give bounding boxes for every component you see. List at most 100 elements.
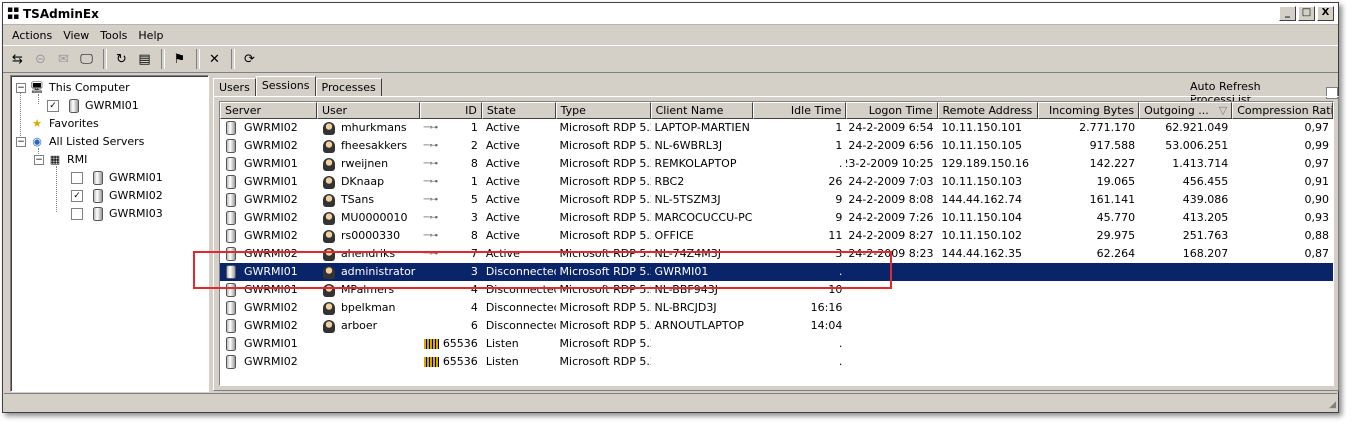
logoff-icon[interactable]: ⚑ <box>169 49 190 69</box>
cell-text: GWRMI02 <box>244 355 298 368</box>
cell-text: 24-2-2009 6:54 <box>848 121 934 134</box>
maximize-button[interactable]: □ <box>1298 6 1315 21</box>
column-header-client-name[interactable]: Client Name <box>650 102 754 119</box>
cell-type: Microsoft RDP 5.2 <box>556 119 651 137</box>
cell-text: Microsoft RDP 5.2 <box>559 301 651 314</box>
collapse-this-computer[interactable]: − <box>16 83 26 93</box>
session-row[interactable]: GWRMI02 arboer 6 Disconnected Microsoft RDP … <box>220 317 1333 335</box>
user-icon <box>322 301 335 315</box>
tree-domain-rmi[interactable]: ▦ RMI <box>47 151 88 168</box>
computer-icon: 🖥 <box>30 81 44 94</box>
user-icon <box>322 121 335 135</box>
column-header-compression-ratio[interactable]: Compression Ratio <box>1232 102 1333 119</box>
column-header-logon-time[interactable]: Logon Time <box>846 102 938 119</box>
session-row[interactable]: GWRMI02 rs0000330 ─⊶ 8 Active Microsoft RDP 5… <box>220 227 1333 245</box>
cell-client-name: RBC2 <box>651 173 754 191</box>
end-process-icon[interactable]: ✕ <box>204 49 225 69</box>
cell-state: Listen <box>482 353 556 371</box>
tab-processes[interactable]: Processes <box>315 78 382 97</box>
cell-id: 4 <box>420 299 482 317</box>
session-row[interactable]: GWRMI02 mhurkmans ─⊶ 1 Active Microsoft RDP 5… <box>220 119 1333 137</box>
session-row[interactable]: GWRMI02 bpelkman 4 Disconnected Microsoft RD… <box>220 299 1333 317</box>
cell-state: Active <box>482 191 556 209</box>
tree-server-gwrmi03[interactable]: GWRMI03 <box>71 205 163 222</box>
column-header-outgoing-bytes[interactable]: Outgoing ... ▽ <box>1139 102 1233 119</box>
tab-users[interactable]: Users <box>213 78 256 97</box>
cell-outgoing-bytes: 456.455 <box>1139 173 1232 191</box>
checkbox-gwrmi02[interactable]: ✓ <box>71 189 83 202</box>
cell-server: GWRMI01 <box>220 155 317 173</box>
cell-text: 16:16 <box>810 301 843 314</box>
cell-text: 142.227 <box>1089 157 1136 170</box>
cell-text: GWRMI02 <box>244 139 298 152</box>
session-row[interactable]: GWRMI02 TSans ─⊶ 5 Active Microsoft RDP 5.2 NL… <box>220 191 1333 209</box>
column-header-state[interactable]: State <box>481 102 556 119</box>
cell-incoming-bytes <box>1038 353 1139 371</box>
tree-favorites[interactable]: ★ Favorites <box>29 115 99 132</box>
sessions-list[interactable]: Server User ID State Type Client Name Idle Tim… <box>219 101 1334 386</box>
cell-user <box>317 335 420 353</box>
cell-text: 9 <box>835 211 843 224</box>
cell-text: ARNOUTLAPTOP <box>654 319 744 332</box>
server-icon <box>226 193 236 207</box>
cell-idle-time: . <box>753 353 846 371</box>
user-icon <box>322 193 335 207</box>
session-row[interactable]: GWRMI02 fheesakkers ─⊶ 2 Active Microsoft RDP… <box>220 137 1333 155</box>
tree-server-gwrmi02[interactable]: ✓ GWRMI02 <box>71 187 163 204</box>
column-header-user[interactable]: User <box>316 102 420 119</box>
menu-tools[interactable]: Tools <box>95 29 133 42</box>
cell-outgoing-bytes <box>1139 317 1232 335</box>
cell-compression-ratio: 0,90 <box>1232 191 1333 209</box>
disconnect-icon[interactable]: ⊝ <box>30 49 51 69</box>
menu-view[interactable]: View <box>58 29 95 42</box>
cell-text: 0,97 <box>1304 121 1330 134</box>
status-icon[interactable]: ▤ <box>134 49 155 69</box>
cell-text: 413.205 <box>1182 211 1229 224</box>
cell-outgoing-bytes <box>1139 263 1232 281</box>
cell-text: GWRMI02 <box>244 193 298 206</box>
resize-grip-icon[interactable]: ◢ <box>1329 400 1336 410</box>
column-header-id[interactable]: ID <box>419 102 482 119</box>
cell-text: 1 <box>470 121 478 134</box>
cell-server: GWRMI02 <box>220 119 317 137</box>
menu-actions[interactable]: Actions <box>7 29 58 42</box>
remote-control-icon[interactable]: 🖵 <box>76 49 97 69</box>
tree-this-server[interactable]: ✓ GWRMI01 <box>47 97 139 114</box>
cell-remote-address <box>938 281 1039 299</box>
close-button[interactable]: X <box>1317 6 1334 21</box>
toolbar-separator <box>161 49 165 69</box>
checkbox-gwrmi03[interactable] <box>71 207 83 220</box>
connect-icon[interactable]: ⇆ <box>7 49 28 69</box>
cell-logon-time <box>846 317 937 335</box>
column-header-idle-time[interactable]: Idle Time <box>753 102 847 119</box>
session-row[interactable]: GWRMI01 DKnaap ─⊶ 1 Active Microsoft RDP 5.2 R… <box>220 173 1333 191</box>
title-bar[interactable]: ▪▪ ▪▪ TSAdminEx _ □ X <box>3 3 1338 25</box>
send-message-icon[interactable]: ✉ <box>53 49 74 69</box>
session-row[interactable]: GWRMI02 MU0000010 ─⊶ 3 Active Microsoft RDP 5… <box>220 209 1333 227</box>
session-row[interactable]: GWRMI01 65536 Listen Microsoft RDP 5.2. <box>220 335 1333 353</box>
tree-server-gwrmi01[interactable]: GWRMI01 <box>71 169 163 186</box>
collapse-domain[interactable]: − <box>34 155 44 165</box>
tree-this-computer[interactable]: 🖥 This Computer <box>29 79 130 96</box>
collapse-all-listed[interactable]: − <box>16 137 26 147</box>
cell-type: Microsoft RDP 5.2 <box>556 209 651 227</box>
cell-outgoing-bytes <box>1139 353 1232 371</box>
column-header-server[interactable]: Server <box>220 102 317 119</box>
cell-text: 10.11.150.101 <box>941 121 1022 134</box>
cell-text: Active <box>485 121 520 134</box>
minimize-button[interactable]: _ <box>1279 6 1296 21</box>
reset-icon[interactable]: ↻ <box>111 49 132 69</box>
column-header-remote-address[interactable]: Remote Address <box>937 102 1039 119</box>
session-row[interactable]: GWRMI02 65536 Listen Microsoft RDP 5.2. <box>220 353 1333 371</box>
refresh-icon[interactable]: ⟳ <box>239 49 260 69</box>
cell-incoming-bytes <box>1038 335 1139 353</box>
cell-outgoing-bytes: 413.205 <box>1139 209 1232 227</box>
column-header-incoming-bytes[interactable]: Incoming Bytes <box>1038 102 1140 119</box>
checkbox-this-server[interactable]: ✓ <box>47 99 59 112</box>
column-header-type[interactable]: Type <box>555 102 651 119</box>
tab-sessions[interactable]: Sessions <box>255 76 316 96</box>
tree-all-listed-servers[interactable]: ◉ All Listed Servers <box>29 133 144 150</box>
menu-help[interactable]: Help <box>133 29 169 42</box>
session-row[interactable]: GWRMI01 rweijnen ─⊶ 8 Active Microsoft RDP 5.… <box>220 155 1333 173</box>
checkbox-gwrmi01[interactable] <box>71 171 83 184</box>
